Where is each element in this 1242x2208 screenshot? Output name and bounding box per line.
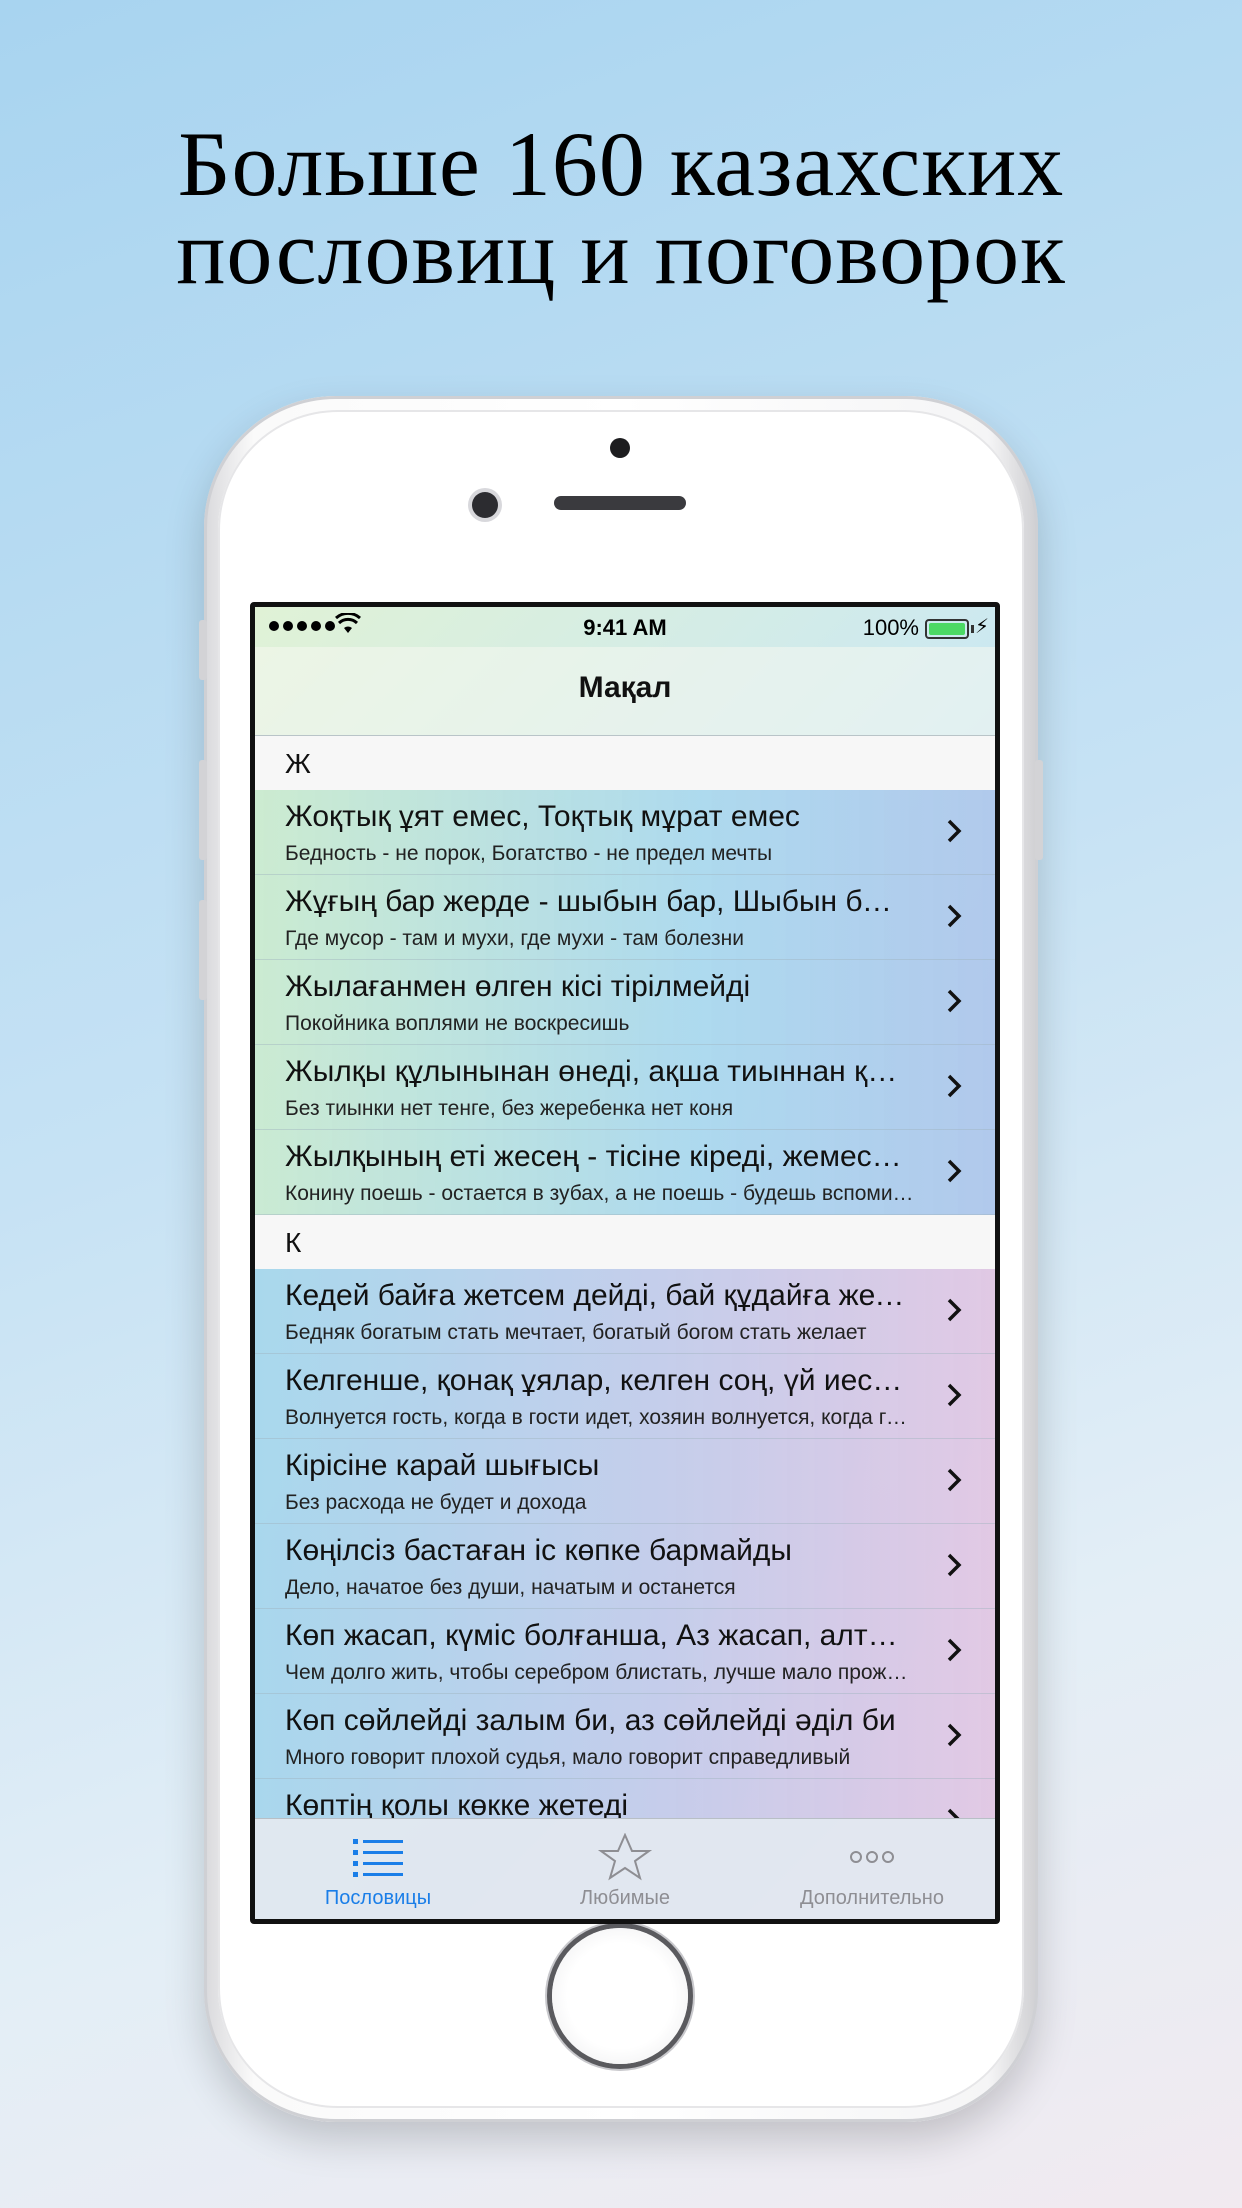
section-header: Ж [255,736,995,790]
volume-up-button [199,760,207,860]
proverb-translation: Чем долго жить, чтобы серебром блистать,… [285,1661,915,1684]
chevron-right-icon [947,904,962,928]
tab-label-more: Дополнительно [800,1887,944,1909]
volume-down-button [199,900,207,1000]
phone-screen: 9:41 AM 100% ⚡ Мақал Ж Жоқтық ұят емес, Т… [250,602,1000,1924]
tab-bar: Пословицы Любимые Дополнительно [255,1818,995,1919]
proverb-translation: Где мусор - там и мухи, где мухи - там б… [285,927,744,950]
charging-bolt-icon: ⚡ [974,616,989,638]
section-header: К [255,1215,995,1269]
proverb-translation: Конину поешь - остается в зубах, а не по… [285,1182,915,1205]
proximity-sensor [610,438,630,458]
tab-label-favorites: Любимые [580,1887,670,1909]
chevron-right-icon [947,1723,962,1747]
chevron-right-icon [947,1553,962,1577]
proverb-list[interactable]: Ж Жоқтық ұят емес, Тоқтық мұрат емес Бедно… [255,736,995,1819]
list-item[interactable]: Көп сөйлейді залым би, аз сөйлейді әділ … [255,1694,995,1779]
list-item[interactable]: Көңілсіз бастаған іс көпке бармайды Дело,… [255,1524,995,1609]
navigation-bar: Мақал [255,647,995,736]
proverb-title: Кірісіне карай шығысы [285,1449,600,1482]
chevron-right-icon [947,1468,962,1492]
proverb-title: Жылқы құлынынан өнеді, ақша тиыннан құра… [285,1055,905,1088]
battery-tip [971,625,974,633]
list-icon [353,1839,403,1877]
list-item[interactable]: Кедей байға жетсем дейді, бай құдайға же… [255,1269,995,1354]
list-item[interactable]: Жылқы құлынынан өнеді, ақша тиыннан құра… [255,1045,995,1130]
proverb-title: Келгенше, қонақ ұялар, келген соң, үй ие… [285,1364,905,1397]
proverb-title: Көп жасап, күміс болғанша, Аз жасап, алт… [285,1619,905,1652]
chevron-right-icon [947,1638,962,1662]
list-item[interactable]: Жоқтық ұят емес, Тоқтық мұрат емес Беднос… [255,790,995,875]
proverb-translation: Бедность - не порок, Богатство - не пред… [285,842,773,865]
tab-label-proverbs: Пословицы [324,1887,432,1909]
chevron-right-icon [947,819,962,843]
list-item[interactable]: Кірісіне карай шығысы Без расхода не буде… [255,1439,995,1524]
mute-switch [199,620,207,680]
more-icon [850,1851,894,1863]
tab-proverbs[interactable]: Пословицы [255,1819,501,1919]
battery-percent: 100% [862,615,919,640]
proverb-translation: Без тиынки нет тенге, без жеребенка нет … [285,1097,734,1120]
list-section: Ж Жоқтық ұят емес, Тоқтық мұрат емес Бедно… [255,736,995,1215]
list-item[interactable]: Көптің қолы көкке жетеді [255,1779,995,1819]
list-item[interactable]: Көп жасап, күміс болғанша, Аз жасап, алт… [255,1609,995,1694]
proverb-title: Көңілсіз бастаған іс көпке бармайды [285,1534,792,1567]
list-item[interactable]: Жылағанмен өлген кісі тірілмейді Покойник… [255,960,995,1045]
front-camera [472,492,498,518]
list-item[interactable]: Жылқының еті жесең - тісіне кіреді, жеме… [255,1130,995,1215]
chevron-right-icon [947,1383,962,1407]
proverb-title: Көп сөйлейді залым би, аз сөйлейді әділ … [285,1704,896,1737]
headline-line-2: пословиц и поговорок [176,201,1066,303]
proverb-title: Жылқының еті жесең - тісіне кіреді, жеме… [285,1140,905,1173]
chevron-right-icon [947,1074,962,1098]
status-bar: 9:41 AM 100% ⚡ [255,607,995,647]
power-button [1035,760,1043,860]
chevron-right-icon [947,1159,962,1183]
proverb-title: Көптің қолы көкке жетеді [285,1789,629,1819]
proverb-title: Жұғың бар жерде - шыбын бар, Шыбын бар ж… [285,885,905,918]
battery-icon [925,619,969,639]
earpiece-speaker [554,496,686,510]
proverb-translation: Бедняк богатым стать мечтает, богатый бо… [285,1321,867,1344]
proverb-translation: Без расхода не будет и дохода [285,1491,587,1514]
nav-title: Мақал [578,671,672,704]
proverb-title: Жоқтық ұят емес, Тоқтық мұрат емес [285,800,800,833]
proverb-title: Кедей байға жетсем дейді, бай құдайға же… [285,1279,905,1312]
tab-favorites[interactable]: Любимые [502,1819,748,1919]
tab-more[interactable]: Дополнительно [749,1819,995,1919]
proverb-translation: Дело, начатое без души, начатым и остане… [285,1576,736,1599]
list-section: К Кедей байға жетсем дейді, бай құдайға ж… [255,1215,995,1819]
proverb-translation: Много говорит плохой судья, мало говорит… [285,1746,851,1769]
list-item[interactable]: Келгенше, қонақ ұялар, келген соң, үй ие… [255,1354,995,1439]
chevron-right-icon [947,989,962,1013]
headline-line-1: Больше 160 казахских [177,113,1065,215]
list-item[interactable]: Жұғың бар жерде - шыбын бар, Шыбын бар ж… [255,875,995,960]
proverb-title: Жылағанмен өлген кісі тірілмейді [285,970,751,1003]
home-button[interactable] [552,1928,688,2064]
promo-headline: Больше 160 казахских пословиц и поговоро… [0,113,1242,303]
proverb-translation: Волнуется гость, когда в гости идет, хоз… [285,1406,915,1429]
proverb-translation: Покойника воплями не воскресишь [285,1012,630,1035]
chevron-right-icon [947,1298,962,1322]
star-icon [597,1833,653,1881]
